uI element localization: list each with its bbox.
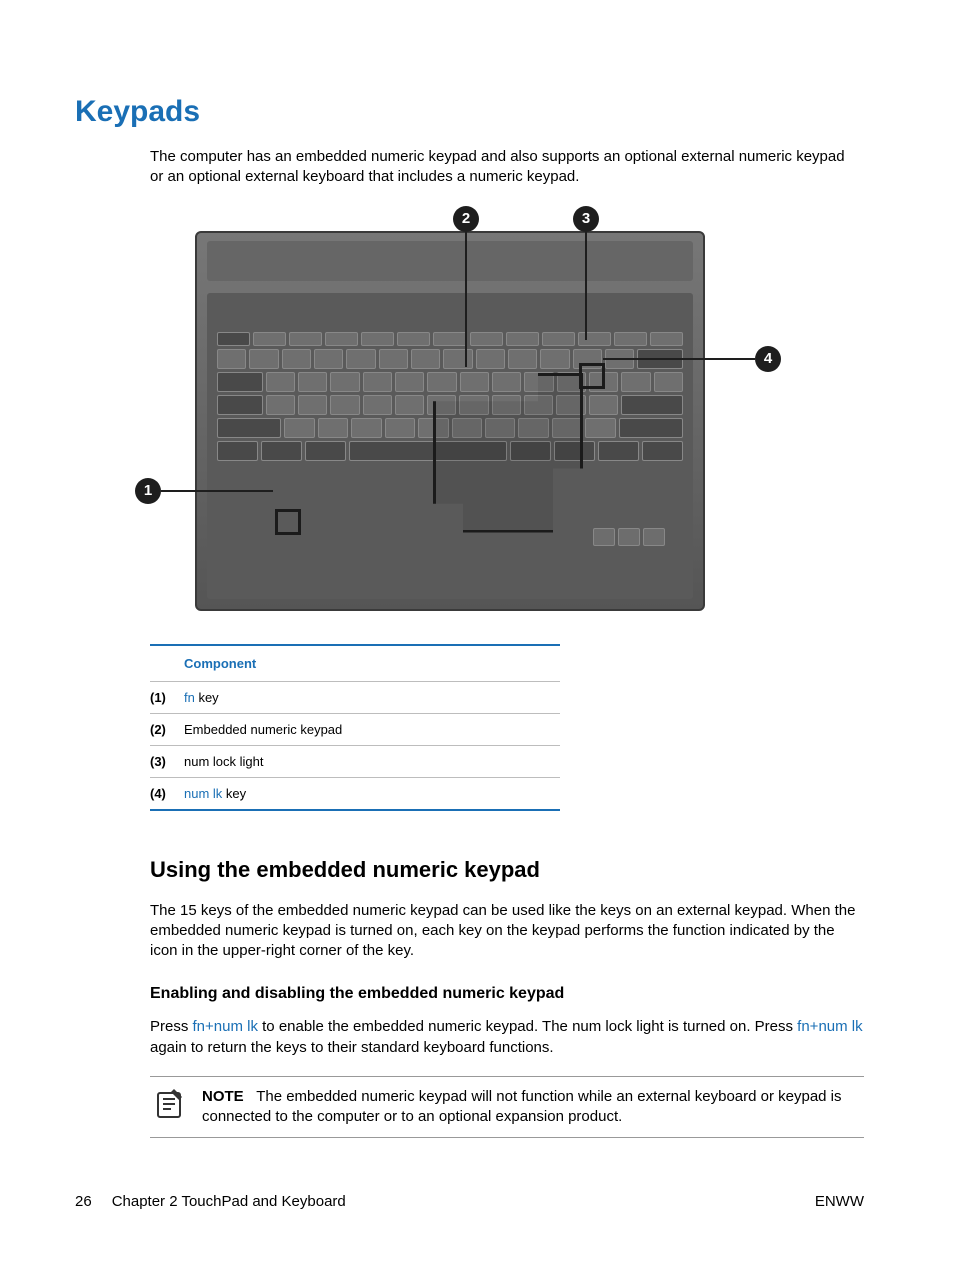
note-text: NOTE The embedded numeric keypad will no… <box>202 1087 860 1128</box>
page-number: 26 <box>75 1193 92 1210</box>
fn-key-outline <box>275 509 301 535</box>
footer-right: ENWW <box>815 1193 864 1210</box>
table-row: (2) Embedded numeric keypad <box>150 714 560 746</box>
row-label: fn key <box>184 690 219 705</box>
section-paragraph: Press fn+num lk to enable the embedded n… <box>150 1017 864 1058</box>
row-index: (2) <box>150 722 184 737</box>
row-index: (4) <box>150 786 184 801</box>
subsection-heading: Enabling and disabling the embedded nume… <box>150 985 864 1003</box>
table-row: (3) num lock light <box>150 746 560 778</box>
note-icon <box>154 1087 188 1128</box>
callout-3: 3 <box>573 206 599 232</box>
table-row: (4) num lk key <box>150 778 560 811</box>
row-index: (1) <box>150 690 184 705</box>
row-index: (3) <box>150 754 184 769</box>
page-footer: 26 Chapter 2 TouchPad and Keyboard ENWW <box>75 1193 864 1210</box>
chapter-label: Chapter 2 TouchPad and Keyboard <box>112 1193 346 1210</box>
page-title: Keypads <box>75 95 864 129</box>
intro-paragraph: The computer has an embedded numeric key… <box>150 147 850 188</box>
callout-1: 1 <box>135 478 161 504</box>
keyboard-diagram: 1 2 3 4 <box>135 206 795 616</box>
row-label: Embedded numeric keypad <box>184 722 342 737</box>
section-paragraph: The 15 keys of the embedded numeric keyp… <box>150 901 864 962</box>
numlk-key-outline <box>579 363 605 389</box>
laptop-illustration <box>195 231 705 611</box>
section-heading: Using the embedded numeric keypad <box>150 857 864 883</box>
table-row: (1) fn key <box>150 682 560 714</box>
callout-2: 2 <box>453 206 479 232</box>
component-table: Component (1) fn key (2) Embedded numeri… <box>150 644 560 811</box>
callout-4: 4 <box>755 346 781 372</box>
table-header: Component <box>150 646 560 682</box>
row-label: num lock light <box>184 754 263 769</box>
note-box: NOTE The embedded numeric keypad will no… <box>150 1076 864 1139</box>
row-label: num lk key <box>184 786 246 801</box>
